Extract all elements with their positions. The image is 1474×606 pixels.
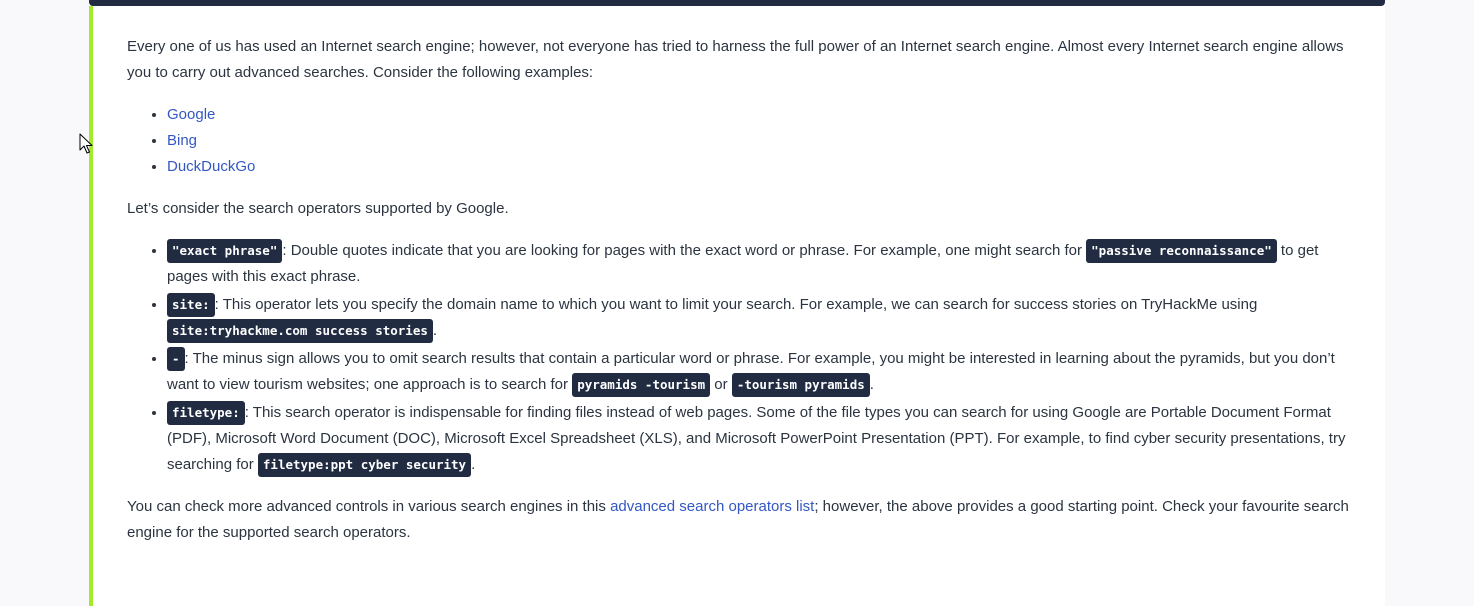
operator-description-end: . <box>471 456 476 473</box>
code-site: site: <box>167 293 215 318</box>
code-exact-phrase: "exact phrase" <box>167 239 283 264</box>
code-filetype-example: filetype:ppt cyber security <box>257 453 472 478</box>
operator-description-or: or <box>710 376 732 393</box>
operator-site: site:: This operator lets you specify th… <box>167 292 1352 344</box>
code-minus: - <box>167 347 185 372</box>
operators-lead-paragraph: Let’s consider the search operators supp… <box>127 200 509 217</box>
code-passive-reconnaissance: "passive reconnaissance" <box>1086 239 1277 264</box>
task-content-card: Every one of us has used an Internet sea… <box>89 6 1385 606</box>
bing-link[interactable]: Bing <box>167 132 197 149</box>
task-body: Every one of us has used an Internet sea… <box>127 34 1352 546</box>
list-item: Google <box>167 102 1352 128</box>
list-item: DuckDuckGo <box>167 154 1352 180</box>
search-operators-list: "exact phrase": Double quotes indicate t… <box>127 238 1352 478</box>
operator-description-end: . <box>432 322 438 339</box>
search-engine-list: Google Bing DuckDuckGo <box>127 102 1352 180</box>
operator-exact-phrase: "exact phrase": Double quotes indicate t… <box>167 238 1352 290</box>
closing-paragraph: You can check more advanced controls in … <box>127 494 1352 546</box>
code-filetype: filetype: <box>167 401 245 426</box>
mouse-cursor-icon <box>79 133 93 154</box>
list-item: Bing <box>167 128 1352 154</box>
code-tourism-pyramids: -tourism pyramids <box>731 373 870 398</box>
closing-text-before: You can check more advanced controls in … <box>127 498 611 515</box>
advanced-search-operators-link[interactable]: advanced search operators list <box>610 498 814 515</box>
operator-description: : Double quotes indicate that you are lo… <box>282 242 1087 259</box>
google-link[interactable]: Google <box>167 106 215 123</box>
operator-filetype: filetype:: This search operator is indis… <box>167 400 1352 478</box>
operator-description: : This operator lets you specify the dom… <box>214 296 1258 313</box>
operator-minus: -: The minus sign allows you to omit sea… <box>167 346 1352 398</box>
code-pyramids-tourism: pyramids -tourism <box>572 373 711 398</box>
duckduckgo-link[interactable]: DuckDuckGo <box>167 158 255 175</box>
operator-description-end: . <box>869 376 874 393</box>
code-site-example: site:tryhackme.com success stories <box>167 319 433 344</box>
intro-paragraph: Every one of us has used an Internet sea… <box>127 38 1344 81</box>
